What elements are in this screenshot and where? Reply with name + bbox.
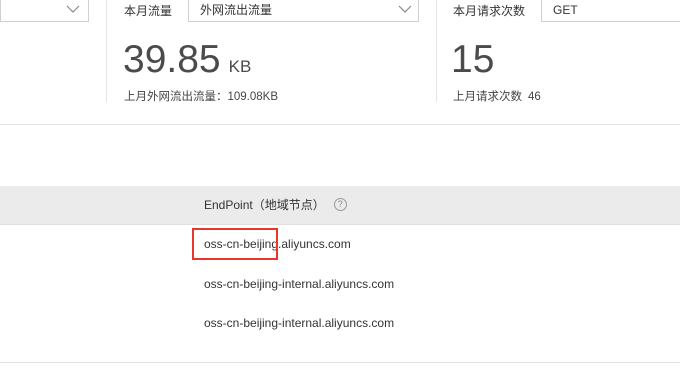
last-month-requests-value: 46: [528, 91, 541, 103]
endpoint-table-header: EndPoint（地域节点）?: [0, 186, 680, 225]
last-month-requests-label: 上月请求次数: [453, 91, 522, 103]
last-month-traffic: 上月外网流出流量：109.08KB: [124, 90, 278, 104]
divider: [106, 0, 107, 102]
chevron-down-icon: [66, 5, 80, 13]
traffic-number: 39.85: [123, 38, 221, 81]
question-circle-icon[interactable]: ?: [333, 198, 347, 212]
traffic-type-select[interactable]: 外网流出流量: [188, 0, 419, 22]
chevron-down-icon: [398, 5, 412, 13]
divider: [0, 362, 680, 363]
request-method-value: GET: [553, 3, 578, 17]
endpoint-row-internal[interactable]: oss-cn-beijing-internal.aliyuncs.com: [204, 316, 394, 330]
storage-type-select[interactable]: [0, 0, 89, 22]
monthly-traffic-value: 39.85 KB: [123, 38, 251, 89]
request-method-select[interactable]: GET: [541, 0, 680, 22]
monthly-traffic-label: 本月流量: [124, 4, 173, 18]
traffic-unit: KB: [228, 57, 252, 76]
last-month-traffic-value: 109.08KB: [227, 91, 279, 103]
traffic-type-value: 外网流出流量: [200, 3, 273, 17]
monthly-requests-label: 本月请求次数: [453, 4, 526, 18]
endpoint-header-label: EndPoint（地域节点）: [204, 198, 325, 212]
monthly-requests-value: 15: [451, 38, 495, 81]
last-month-traffic-label: 上月外网流出流量：: [124, 91, 228, 103]
endpoint-row-internal[interactable]: oss-cn-beijing-internal.aliyuncs.com: [204, 277, 394, 291]
last-month-requests: 上月请求次数 46: [453, 90, 541, 104]
highlight-box: [192, 228, 278, 260]
divider: [436, 0, 437, 102]
endpoint-header-cell: EndPoint（地域节点）?: [204, 186, 347, 225]
stats-panel: 本月流量 外网流出流量 39.85 KB 上月外网流出流量：109.08KB 本月…: [0, 0, 680, 125]
